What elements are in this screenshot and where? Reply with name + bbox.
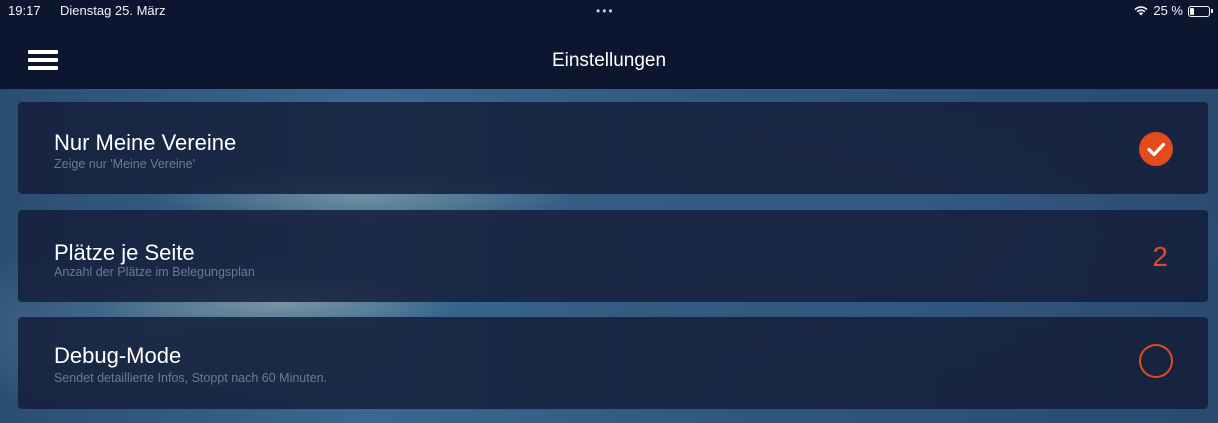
setting-label: Plätze je Seite [54, 240, 195, 265]
navigation-bar: Einstellungen [0, 22, 1218, 89]
status-date: Dienstag 25. März [60, 3, 166, 18]
checkmark-icon[interactable] [1139, 132, 1173, 166]
setting-row-only-my-clubs[interactable]: Nur Meine Vereine Zeige nur 'Meine Verei… [18, 102, 1208, 194]
status-right-group: 25 % [1134, 0, 1213, 22]
setting-value[interactable]: 2 [1152, 241, 1168, 273]
multitasking-dots[interactable]: ••• [596, 0, 615, 22]
status-time: 19:17 [8, 3, 41, 18]
page-title: Einstellungen [551, 50, 667, 71]
setting-description: Zeige nur 'Meine Vereine' [54, 157, 195, 171]
battery-icon [1188, 5, 1213, 17]
status-bar: 19:17 Dienstag 25. März ••• 25 % [0, 0, 1218, 22]
setting-label: Debug-Mode [54, 343, 182, 368]
setting-row-places-per-page[interactable]: Plätze je Seite Anzahl der Plätze im Bel… [18, 210, 1208, 302]
setting-description: Anzahl der Plätze im Belegungsplan [54, 265, 255, 279]
unchecked-circle-icon[interactable] [1139, 344, 1173, 378]
setting-description: Sendet detaillierte Infos, Stoppt nach 6… [54, 371, 328, 385]
wifi-icon [1134, 6, 1148, 16]
setting-row-debug-mode[interactable]: Debug-Mode Sendet detaillierte Infos, St… [18, 317, 1208, 409]
battery-level-fill [1190, 7, 1194, 15]
settings-list: Nur Meine Vereine Zeige nur 'Meine Verei… [0, 89, 1218, 423]
battery-percentage: 25 % [1153, 3, 1183, 18]
setting-label: Nur Meine Vereine [54, 130, 237, 155]
